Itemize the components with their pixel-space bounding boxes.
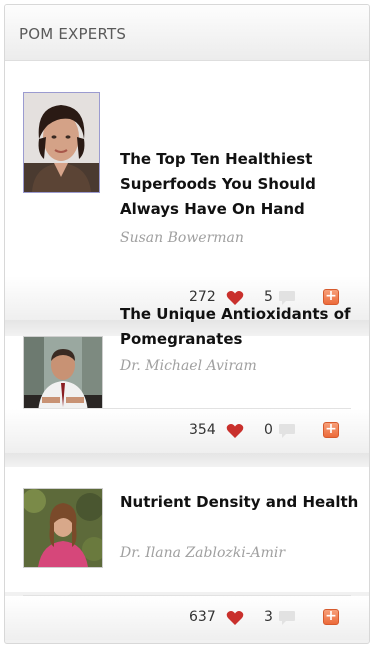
comments-count: 0 bbox=[264, 422, 273, 438]
add-button[interactable]: + bbox=[323, 609, 339, 625]
article-stats: 354 0 + bbox=[5, 409, 369, 453]
article-stats: 637 3 + bbox=[5, 596, 369, 640]
comment-icon[interactable] bbox=[278, 423, 296, 439]
comments-count: 3 bbox=[264, 609, 273, 625]
article-author[interactable]: Dr. Michael Aviram bbox=[120, 358, 257, 374]
article-item: The Top Ten Healthiest Superfoods You Sh… bbox=[5, 61, 369, 277]
pom-experts-widget: POM EXPERTS The Top Ten Healthiest Super… bbox=[4, 4, 370, 644]
widget-header: POM EXPERTS bbox=[5, 5, 369, 61]
heart-icon[interactable] bbox=[226, 610, 244, 626]
article-title[interactable]: The Unique Antioxidants of Pomegranates bbox=[120, 302, 360, 352]
likes-count: 354 bbox=[189, 422, 216, 438]
article-author[interactable]: Susan Bowerman bbox=[120, 230, 244, 246]
author-photo-susan-bowerman[interactable] bbox=[23, 92, 100, 193]
widget-title: POM EXPERTS bbox=[19, 25, 127, 43]
article-title[interactable]: Nutrient Density and Health bbox=[120, 490, 360, 515]
author-photo-michael-aviram[interactable] bbox=[23, 336, 103, 414]
article-item bbox=[5, 467, 369, 592]
heart-icon[interactable] bbox=[226, 423, 244, 439]
add-button[interactable]: + bbox=[323, 422, 339, 438]
article-author[interactable]: Dr. Ilana Zablozki-Amir bbox=[120, 545, 285, 561]
article-title[interactable]: The Top Ten Healthiest Superfoods You Sh… bbox=[120, 147, 360, 222]
comment-icon[interactable] bbox=[278, 610, 296, 626]
likes-count: 637 bbox=[189, 609, 216, 625]
section-gap bbox=[5, 453, 369, 467]
author-photo-ilana-zablozki-amir[interactable] bbox=[23, 488, 103, 568]
